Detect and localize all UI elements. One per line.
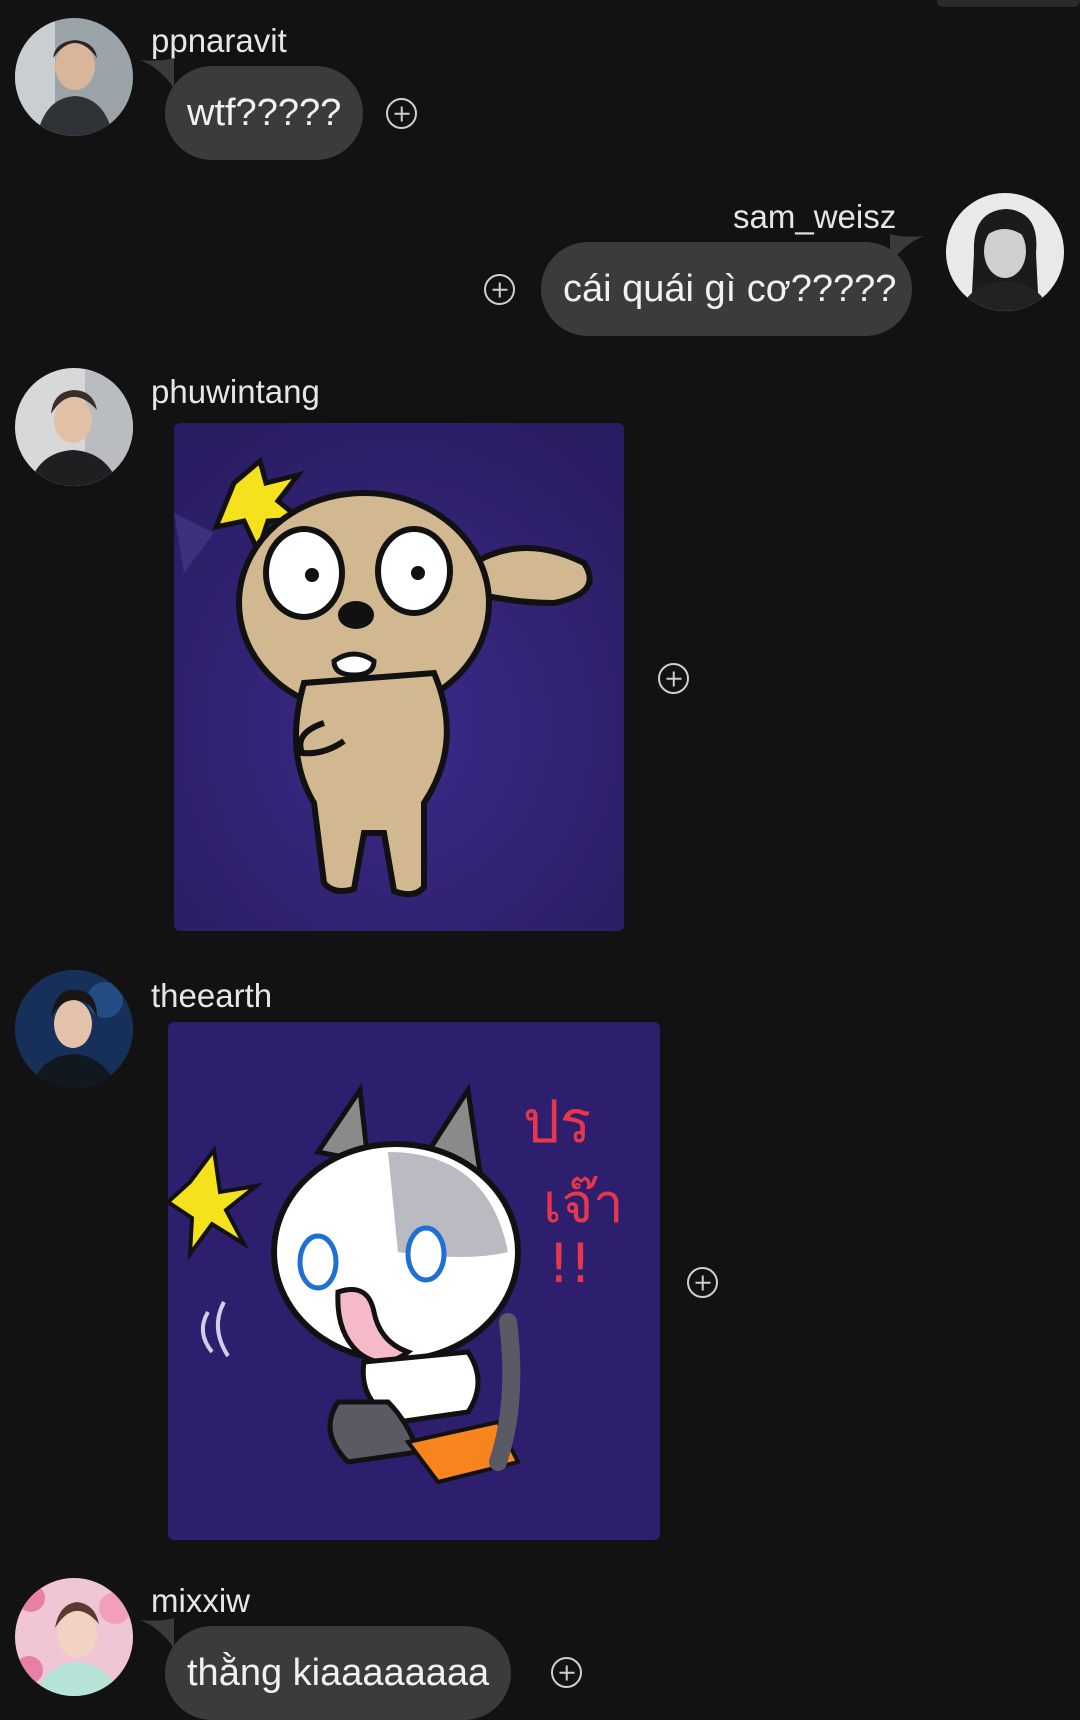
- sender-name: mixxiw: [151, 1582, 250, 1619]
- avatar-mixxiw[interactable]: [15, 1578, 133, 1696]
- svg-text:!!: !!: [548, 1232, 591, 1295]
- sender-name: phuwintang: [151, 373, 320, 410]
- add-reaction-icon[interactable]: [484, 274, 515, 305]
- message-bubble[interactable]: cái quái gì cơ?????: [541, 242, 912, 336]
- puppy-shocked-sticker[interactable]: [174, 423, 624, 931]
- svg-text:เจ๊า: เจ๊า: [543, 1172, 623, 1235]
- top-edge: [937, 0, 1080, 7]
- avatar-ppnaravit[interactable]: [15, 18, 133, 136]
- cat-startled-sticker[interactable]: ปร เจ๊า !!: [168, 1022, 660, 1540]
- message-bubble[interactable]: wtf?????: [165, 66, 364, 160]
- add-reaction-icon[interactable]: [658, 663, 689, 694]
- avatar-sam-weisz[interactable]: [946, 193, 1064, 311]
- add-reaction-icon[interactable]: [386, 98, 417, 129]
- message-bubble[interactable]: thằng kiaaaaaaaa: [165, 1626, 512, 1720]
- bubble-tail: [140, 58, 174, 88]
- avatar-theearth[interactable]: [15, 970, 133, 1088]
- avatar-phuwintang[interactable]: [15, 368, 133, 486]
- add-reaction-icon[interactable]: [551, 1657, 582, 1688]
- bubble-tail: [140, 1618, 174, 1648]
- sender-name: ppnaravit: [151, 22, 287, 59]
- sticker-caption: ปร: [523, 1088, 591, 1156]
- sender-name: theearth: [151, 977, 273, 1014]
- add-reaction-icon[interactable]: [687, 1267, 718, 1298]
- sender-name: sam_weisz: [733, 198, 897, 235]
